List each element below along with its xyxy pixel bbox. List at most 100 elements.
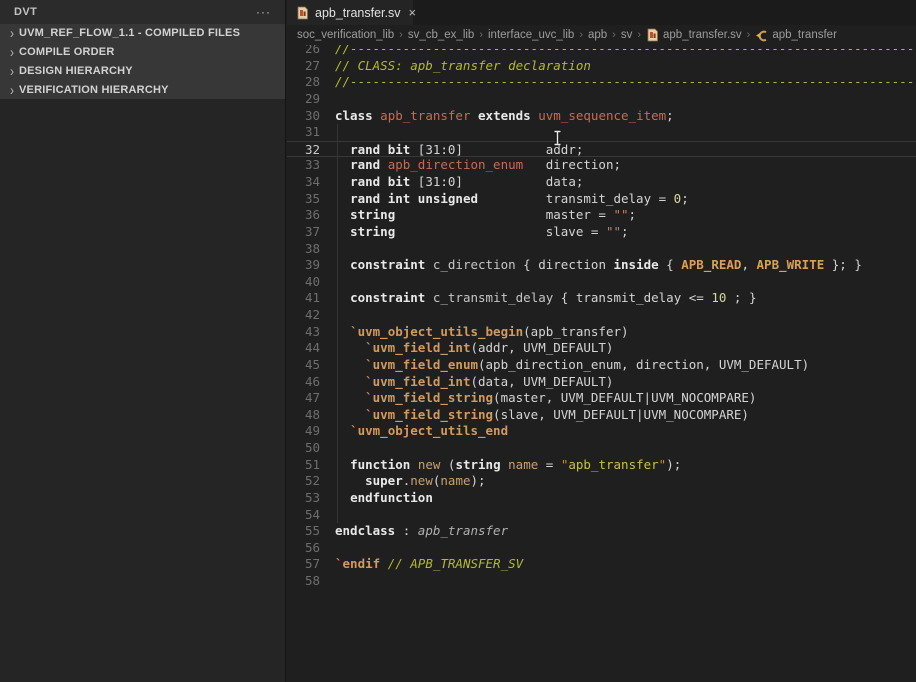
code-line[interactable]: 52 super.new(name); bbox=[287, 473, 916, 490]
line-number: 52 bbox=[287, 473, 320, 490]
code-text bbox=[320, 507, 335, 524]
breadcrumb-item-5[interactable]: apb_transfer.sv bbox=[646, 28, 742, 42]
tab-bar: apb_transfer.sv × bbox=[287, 0, 916, 25]
ibeam-cursor-icon bbox=[553, 130, 562, 146]
breadcrumb-item-2[interactable]: interface_uvc_lib bbox=[488, 29, 574, 41]
line-number: 36 bbox=[287, 207, 320, 224]
breadcrumb-item-4[interactable]: sv bbox=[621, 29, 633, 41]
code-text bbox=[320, 91, 335, 108]
code-line[interactable]: 41 constraint c_transmit_delay { transmi… bbox=[287, 290, 916, 307]
dvt-sidebar: DVT ··· ›UVM_REF_FLOW_1.1 - COMPILED FIL… bbox=[0, 0, 286, 682]
breadcrumb-item-6[interactable]: apb_transfer bbox=[755, 28, 837, 42]
line-number: 48 bbox=[287, 407, 320, 424]
code-line[interactable]: 43 `uvm_object_utils_begin(apb_transfer) bbox=[287, 324, 916, 341]
breadcrumb-separator: › bbox=[612, 29, 616, 41]
code-line[interactable]: 50 bbox=[287, 440, 916, 457]
breadcrumb-separator: › bbox=[479, 29, 483, 41]
code-text: class apb_transfer extends uvm_sequence_… bbox=[320, 108, 674, 125]
line-number: 46 bbox=[287, 374, 320, 391]
close-icon[interactable]: × bbox=[406, 6, 416, 19]
code-line[interactable]: 45 `uvm_field_enum(apb_direction_enum, d… bbox=[287, 357, 916, 374]
sidebar-section-label: COMPILE ORDER bbox=[19, 46, 115, 58]
code-line[interactable]: 42 bbox=[287, 307, 916, 324]
sidebar-section-2[interactable]: ›DESIGN HIERARCHY bbox=[0, 62, 285, 81]
line-number: 27 bbox=[287, 58, 320, 75]
line-number: 45 bbox=[287, 357, 320, 374]
code-text: //--------------------------------------… bbox=[320, 74, 916, 91]
sidebar-header: DVT ··· bbox=[0, 0, 285, 24]
code-text: rand int unsigned transmit_delay = 0; bbox=[320, 191, 689, 208]
line-number: 32 bbox=[287, 142, 320, 157]
code-text: constraint c_direction { direction insid… bbox=[320, 257, 862, 274]
breadcrumb-item-1[interactable]: sv_cb_ex_lib bbox=[408, 29, 474, 41]
code-line[interactable]: 39 constraint c_direction { direction in… bbox=[287, 257, 916, 274]
tab-label: apb_transfer.sv bbox=[315, 6, 400, 20]
code-line[interactable]: 34 rand bit [31:0] data; bbox=[287, 174, 916, 191]
line-number: 31 bbox=[287, 124, 320, 141]
code-text: super.new(name); bbox=[320, 473, 486, 490]
line-number: 38 bbox=[287, 241, 320, 258]
code-line[interactable]: 31 bbox=[287, 124, 916, 141]
code-line[interactable]: 40 bbox=[287, 274, 916, 291]
code-text: `uvm_object_utils_end bbox=[320, 423, 508, 440]
code-line[interactable]: 55endclass : apb_transfer bbox=[287, 523, 916, 540]
code-line[interactable]: 30class apb_transfer extends uvm_sequenc… bbox=[287, 108, 916, 125]
line-number: 56 bbox=[287, 540, 320, 557]
sidebar-section-1[interactable]: ›COMPILE ORDER bbox=[0, 43, 285, 62]
breadcrumb-label: apb_transfer.sv bbox=[663, 29, 742, 41]
line-number: 40 bbox=[287, 274, 320, 291]
code-text: `uvm_field_int(data, UVM_DEFAULT) bbox=[320, 374, 613, 391]
code-line[interactable]: 38 bbox=[287, 241, 916, 258]
line-number: 35 bbox=[287, 191, 320, 208]
breadcrumb-item-3[interactable]: apb bbox=[588, 29, 607, 41]
more-actions-icon[interactable]: ··· bbox=[256, 5, 271, 19]
code-line[interactable]: 51 function new (string name = "apb_tran… bbox=[287, 457, 916, 474]
code-line[interactable]: 56 bbox=[287, 540, 916, 557]
chevron-right-icon: › bbox=[5, 44, 19, 61]
code-text: `uvm_field_int(addr, UVM_DEFAULT) bbox=[320, 340, 613, 357]
code-text: `endif // APB_TRANSFER_SV bbox=[320, 556, 523, 573]
code-line[interactable]: 57`endif // APB_TRANSFER_SV bbox=[287, 556, 916, 573]
code-text: `uvm_object_utils_begin(apb_transfer) bbox=[320, 324, 629, 341]
code-line[interactable]: 47 `uvm_field_string(master, UVM_DEFAULT… bbox=[287, 390, 916, 407]
code-line[interactable]: 27// CLASS: apb_transfer declaration bbox=[287, 58, 916, 75]
sv-file-icon bbox=[296, 6, 309, 20]
code-line[interactable]: 58 bbox=[287, 573, 916, 590]
code-text: // CLASS: apb_transfer declaration bbox=[320, 58, 591, 75]
dvt-ide-window: DVT ··· ›UVM_REF_FLOW_1.1 - COMPILED FIL… bbox=[0, 0, 916, 682]
code-line[interactable]: 53 endfunction bbox=[287, 490, 916, 507]
code-line[interactable]: 46 `uvm_field_int(data, UVM_DEFAULT) bbox=[287, 374, 916, 391]
code-text bbox=[320, 274, 335, 291]
sidebar-section-label: UVM_REF_FLOW_1.1 - COMPILED FILES bbox=[19, 27, 240, 39]
line-number: 57 bbox=[287, 556, 320, 573]
line-number: 53 bbox=[287, 490, 320, 507]
code-text bbox=[320, 440, 335, 457]
line-number: 43 bbox=[287, 324, 320, 341]
code-text bbox=[320, 241, 335, 258]
line-number: 55 bbox=[287, 523, 320, 540]
code-line[interactable]: 33 rand apb_direction_enum direction; bbox=[287, 157, 916, 174]
code-line[interactable]: 44 `uvm_field_int(addr, UVM_DEFAULT) bbox=[287, 340, 916, 357]
code-line[interactable]: 49 `uvm_object_utils_end bbox=[287, 423, 916, 440]
code-text bbox=[320, 573, 335, 590]
code-text: rand apb_direction_enum direction; bbox=[320, 157, 621, 174]
code-text: constraint c_transmit_delay { transmit_d… bbox=[320, 290, 757, 307]
sidebar-section-3[interactable]: ›VERIFICATION HIERARCHY bbox=[0, 80, 285, 99]
line-number: 47 bbox=[287, 390, 320, 407]
code-line[interactable]: 54 bbox=[287, 507, 916, 524]
code-line[interactable]: 29 bbox=[287, 91, 916, 108]
code-line[interactable]: 28//------------------------------------… bbox=[287, 74, 916, 91]
class-symbol-icon bbox=[755, 28, 768, 42]
sidebar-title: DVT bbox=[14, 6, 37, 18]
editor-area: apb_transfer.sv × soc_verification_lib › s… bbox=[287, 0, 916, 682]
code-line[interactable]: 36 string master = ""; bbox=[287, 207, 916, 224]
code-editor[interactable]: 26//------------------------------------… bbox=[287, 41, 916, 682]
breadcrumb-item-0[interactable]: soc_verification_lib bbox=[297, 29, 394, 41]
code-line[interactable]: 35 rand int unsigned transmit_delay = 0; bbox=[287, 191, 916, 208]
code-line[interactable]: 32 rand bit [31:0] addr; bbox=[287, 141, 916, 158]
code-line[interactable]: 37 string slave = ""; bbox=[287, 224, 916, 241]
code-text: rand bit [31:0] addr; bbox=[320, 142, 583, 157]
code-line[interactable]: 48 `uvm_field_string(slave, UVM_DEFAULT|… bbox=[287, 407, 916, 424]
sidebar-section-0[interactable]: ›UVM_REF_FLOW_1.1 - COMPILED FILES bbox=[0, 24, 285, 43]
tab-apb-transfer[interactable]: apb_transfer.sv × bbox=[287, 0, 413, 25]
